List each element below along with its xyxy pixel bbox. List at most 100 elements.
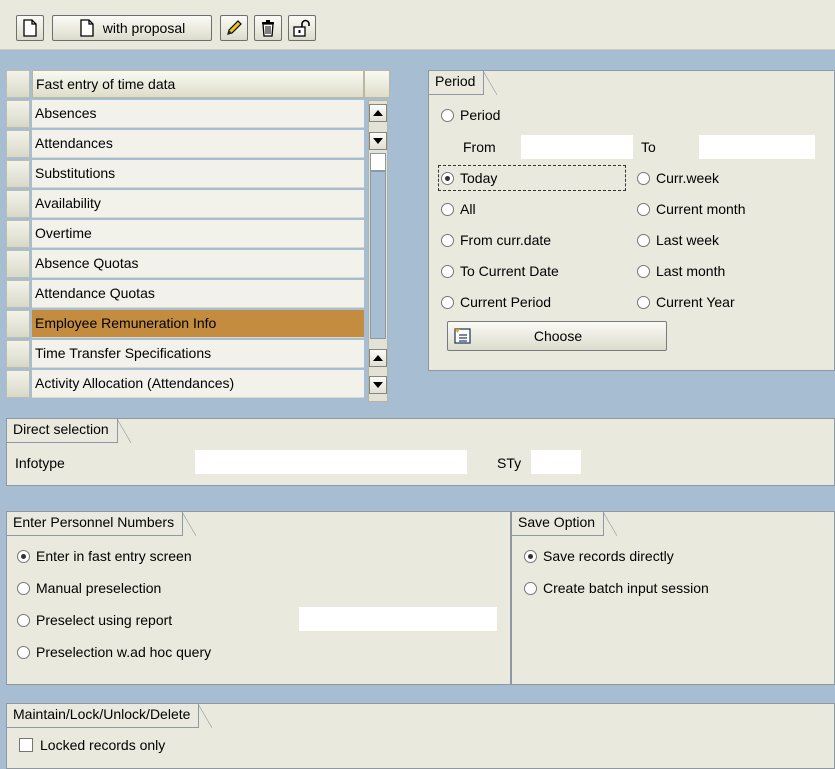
- radio-circle[interactable]: [17, 645, 30, 659]
- row-selector[interactable]: [6, 130, 30, 158]
- list-item-label[interactable]: Availability: [32, 190, 364, 218]
- list-item-label[interactable]: Absence Quotas: [32, 250, 364, 278]
- manual-preselection-radio[interactable]: Manual preselection: [17, 580, 161, 596]
- list-item[interactable]: Availability: [6, 190, 364, 220]
- radio-circle[interactable]: [441, 233, 454, 247]
- radio-circle[interactable]: [637, 233, 650, 247]
- last-week-radio[interactable]: Last week: [637, 232, 719, 248]
- batch-input-label: Create batch input session: [543, 580, 709, 596]
- create-with-proposal-button[interactable]: with proposal: [52, 15, 212, 41]
- radio-circle[interactable]: [637, 202, 650, 216]
- radio-circle[interactable]: [441, 202, 454, 216]
- from-label: From: [463, 139, 496, 155]
- list-item-label[interactable]: Attendance Quotas: [32, 280, 364, 308]
- radio-circle[interactable]: [441, 108, 454, 122]
- fast-entry-radio[interactable]: Enter in fast entry screen: [17, 548, 192, 564]
- preselect-report-radio[interactable]: Preselect using report: [17, 612, 172, 628]
- list-item-label[interactable]: Employee Remuneration Info: [32, 310, 364, 338]
- direct-selection-group: Direct selection Infotype STy: [6, 418, 835, 486]
- row-selector[interactable]: [6, 310, 30, 338]
- list-item-label[interactable]: Overtime: [32, 220, 364, 248]
- batch-input-radio[interactable]: Create batch input session: [524, 580, 709, 596]
- choose-button[interactable]: Choose: [447, 321, 667, 351]
- last-month-radio[interactable]: Last month: [637, 263, 725, 279]
- row-selector[interactable]: [6, 100, 30, 128]
- list-item-label[interactable]: Time Transfer Specifications: [32, 340, 364, 368]
- list-item-label[interactable]: Absences: [32, 100, 364, 128]
- current-period-radio[interactable]: Current Period: [441, 294, 551, 310]
- list-item-label[interactable]: Attendances: [32, 130, 364, 158]
- radio-circle[interactable]: [441, 264, 454, 278]
- row-selector[interactable]: [6, 190, 30, 218]
- list-item[interactable]: Absences: [6, 100, 364, 130]
- current-month-label: Current month: [656, 201, 746, 217]
- radio-circle[interactable]: [17, 581, 30, 595]
- radio-circle[interactable]: [637, 264, 650, 278]
- row-selector[interactable]: [6, 250, 30, 278]
- triangle-up-icon: [373, 110, 383, 116]
- scroll-page-down-button[interactable]: [369, 376, 387, 394]
- list-item[interactable]: Attendance Quotas: [6, 280, 364, 310]
- adhoc-query-radio[interactable]: Preselection w.ad hoc query: [17, 644, 211, 660]
- select-all-button[interactable]: [6, 70, 30, 98]
- choose-label: Choose: [533, 328, 583, 344]
- radio-circle[interactable]: [441, 171, 454, 185]
- row-selector[interactable]: [6, 340, 30, 368]
- row-selector[interactable]: [6, 280, 30, 308]
- row-selector[interactable]: [6, 220, 30, 248]
- list-header-row: Fast entry of time data: [6, 70, 364, 100]
- list-item[interactable]: Activity Allocation (Attendances): [6, 370, 364, 400]
- scroll-thumb-top[interactable]: [370, 153, 386, 171]
- list-item[interactable]: Absence Quotas: [6, 250, 364, 280]
- radio-circle[interactable]: [524, 581, 537, 595]
- locked-records-checkbox[interactable]: Locked records only: [19, 737, 165, 753]
- vertical-scrollbar[interactable]: [368, 100, 388, 402]
- radio-circle[interactable]: [637, 295, 650, 309]
- scroll-down-button[interactable]: [369, 132, 387, 150]
- row-selector[interactable]: [6, 160, 30, 188]
- scroll-up-button[interactable]: [369, 104, 387, 122]
- list-item-label[interactable]: Substitutions: [32, 160, 364, 188]
- list-item[interactable]: Overtime: [6, 220, 364, 250]
- trash-icon: [262, 20, 274, 37]
- scroll-page-up-button[interactable]: [369, 349, 387, 367]
- change-button[interactable]: [220, 15, 248, 41]
- radio-circle[interactable]: [17, 549, 30, 563]
- current-year-radio[interactable]: Current Year: [637, 294, 735, 310]
- infotype-input[interactable]: [195, 450, 467, 474]
- subtype-input[interactable]: [531, 450, 581, 474]
- delete-button[interactable]: [254, 15, 282, 41]
- current-month-radio[interactable]: Current month: [637, 201, 745, 217]
- row-selector[interactable]: [6, 370, 30, 398]
- radio-circle[interactable]: [17, 613, 30, 627]
- list-column-header[interactable]: Fast entry of time data: [32, 70, 364, 98]
- from-date-input[interactable]: [521, 135, 633, 159]
- list-item[interactable]: Time Transfer Specifications: [6, 340, 364, 370]
- list-item-selected[interactable]: Employee Remuneration Info: [6, 310, 364, 340]
- save-directly-radio[interactable]: Save records directly: [524, 548, 674, 564]
- new-document-icon: [23, 19, 37, 37]
- direct-selection-title: Direct selection: [7, 419, 131, 443]
- all-radio[interactable]: All: [441, 201, 476, 217]
- today-radio[interactable]: Today: [441, 170, 497, 186]
- radio-circle[interactable]: [524, 549, 537, 563]
- radio-circle[interactable]: [441, 295, 454, 309]
- list-item[interactable]: Substitutions: [6, 160, 364, 190]
- create-button[interactable]: [16, 15, 44, 41]
- radio-circle[interactable]: [637, 171, 650, 185]
- lock-unlock-button[interactable]: [288, 15, 316, 41]
- checkbox-box[interactable]: [19, 738, 33, 752]
- list-item-label[interactable]: Activity Allocation (Attendances): [32, 370, 364, 398]
- scroll-thumb[interactable]: [370, 171, 386, 339]
- to-date-input[interactable]: [699, 135, 815, 159]
- column-settings-button[interactable]: [364, 70, 390, 98]
- to-current-date-radio[interactable]: To Current Date: [441, 263, 559, 279]
- curr-week-radio[interactable]: Curr.week: [637, 170, 719, 186]
- list-item[interactable]: Attendances: [6, 130, 364, 160]
- last-month-label: Last month: [656, 263, 726, 279]
- from-curr-date-radio[interactable]: From curr.date: [441, 232, 551, 248]
- period-radio[interactable]: Period: [441, 107, 500, 123]
- personnel-numbers-title: Enter Personnel Numbers: [7, 512, 197, 536]
- current-period-label: Current Period: [460, 294, 552, 310]
- report-input[interactable]: [299, 607, 497, 631]
